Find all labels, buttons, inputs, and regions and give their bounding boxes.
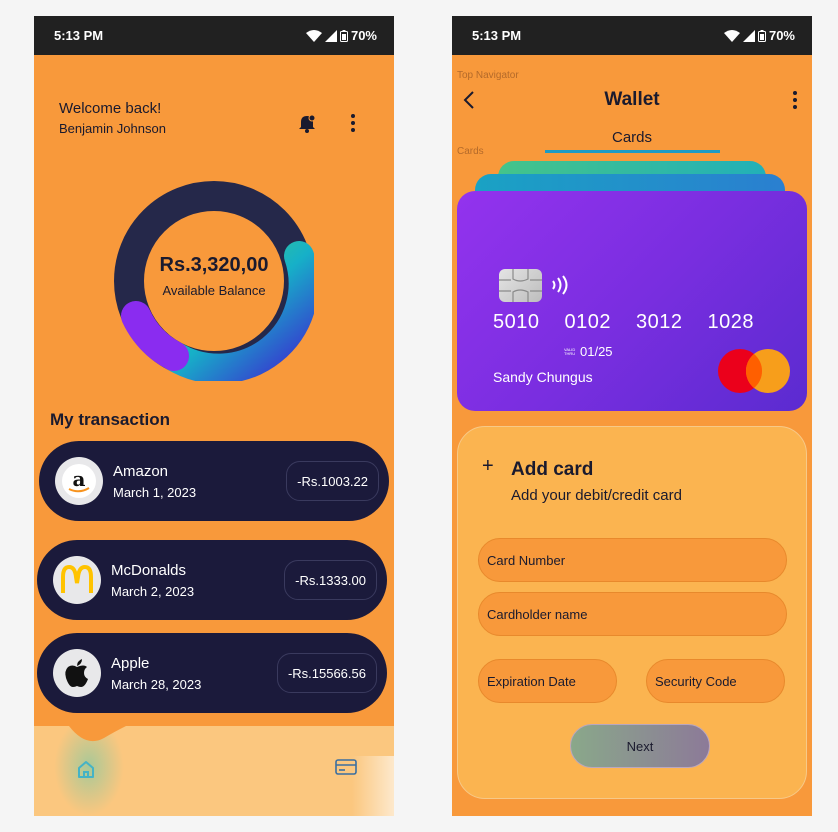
mastercard-logo-icon [718,349,790,393]
welcome-text: Welcome back! [59,100,162,117]
card-number-field[interactable]: Card Number [478,538,787,582]
more-options-icon[interactable] [343,111,363,135]
page-title: Wallet [604,89,660,110]
signal-icon [324,29,337,42]
valid-thru-label: VALID THRU [564,348,575,356]
home-icon[interactable] [76,759,96,779]
add-card-form: + Add card Add your debit/credit card Ca… [457,426,807,799]
amazon-logo-icon: a [55,457,103,505]
nav-edge-fade [352,756,394,816]
transaction-name: Apple [111,655,150,672]
balance-donut-chart [114,181,314,381]
card-holder: Sandy Chungus [493,369,593,385]
plus-icon: + [482,455,494,477]
home-screen: 5:13 PM 70% Welcome back! Benjamin Johns… [34,16,394,816]
contactless-icon [552,275,568,295]
status-time: 5:13 PM [472,28,522,43]
transaction-item[interactable]: a Amazon March 1, 2023 -Rs.1003.22 [39,441,389,521]
transaction-amount: -Rs.15566.56 [276,653,377,693]
wifi-icon [723,29,740,42]
mcdonalds-logo-icon [53,556,101,604]
svg-text:a: a [73,467,86,491]
nav-notch [69,726,126,742]
greeting: Welcome back! Benjamin Johnson [59,100,166,136]
chip-icon [499,269,542,302]
balance-amount: Rs.3,320,00 [159,254,269,276]
user-name: Benjamin Johnson [59,121,166,136]
security-code-field[interactable]: Security Code [646,659,785,703]
section-title: My transaction [50,410,170,429]
card-icon[interactable] [335,758,357,776]
more-options-icon[interactable] [785,88,805,112]
card-number-group: 0102 [564,311,611,333]
wifi-icon [305,29,322,42]
battery-icon [757,29,766,42]
status-bar: 5:13 PM 70% [34,16,394,55]
battery-level: 70% [350,28,377,43]
transaction-amount: -Rs.1333.00 [284,560,377,600]
next-button[interactable]: Next [570,724,710,768]
transaction-amount: -Rs.1003.22 [286,461,379,501]
wallet-screen: 5:13 PM 70% Top Navigator Wallet Cards C… [452,16,812,816]
transaction-item[interactable]: Apple March 28, 2023 -Rs.15566.56 [37,633,387,713]
battery-level: 70% [768,28,795,43]
status-icons: 70% [305,28,377,43]
apple-logo-icon [53,649,101,697]
status-bar: 5:13 PM 70% [452,16,812,55]
credit-card[interactable]: 5010 0102 3012 1028 VALID THRU 01/25 San… [457,191,807,411]
form-title: Add card [511,459,594,480]
valid-thru-line: THRU [564,351,576,356]
annotation-cards: Cards [457,146,484,157]
tab-indicator [545,150,720,153]
card-number-group: 3012 [636,311,683,333]
balance-label: Available Balance [162,283,266,298]
form-subtitle: Add your debit/credit card [511,487,682,504]
card-number-group: 1028 [707,311,754,333]
expiration-date-field[interactable]: Expiration Date [478,659,617,703]
transaction-date: March 28, 2023 [111,677,202,692]
transaction-name: McDonalds [111,562,187,579]
annotation-top-navigator: Top Navigator [457,70,519,81]
notification-bell-icon[interactable] [297,113,317,133]
signal-icon [742,29,755,42]
card-number: 5010 0102 3012 1028 [493,311,754,334]
battery-icon [339,29,348,42]
status-icons: 70% [723,28,795,43]
card-expiry: 01/25 [580,344,613,359]
tab-cards[interactable]: Cards [452,129,812,146]
cardholder-name-field[interactable]: Cardholder name [478,592,787,636]
transaction-name: Amazon [113,463,169,480]
status-time: 5:13 PM [54,28,104,43]
transaction-item[interactable]: McDonalds March 2, 2023 -Rs.1333.00 [37,540,387,620]
transaction-date: March 2, 2023 [111,584,195,599]
card-number-group: 5010 [493,311,540,333]
transaction-date: March 1, 2023 [113,485,197,500]
